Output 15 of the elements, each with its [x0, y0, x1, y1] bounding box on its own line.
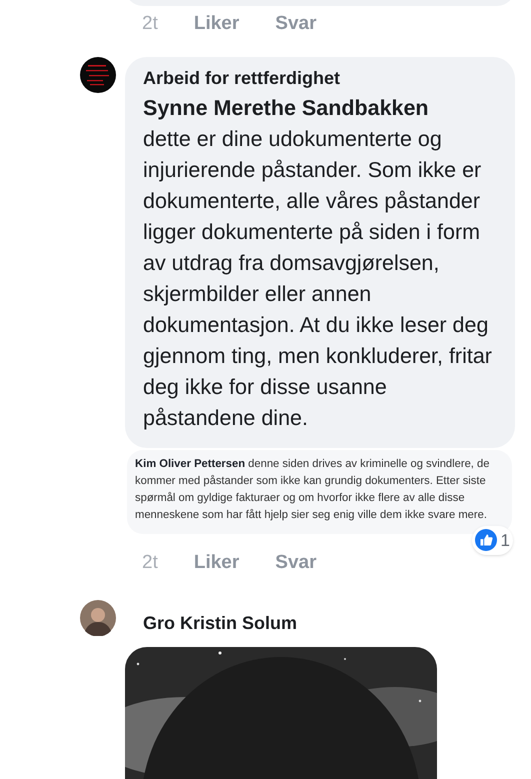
reply-link[interactable]: Svar	[275, 10, 316, 38]
comment-time: 2t	[142, 12, 158, 36]
mentioned-name[interactable]: Synne Merethe Sandbakken	[143, 92, 503, 124]
like-link[interactable]: Liker	[194, 549, 240, 578]
like-link[interactable]: Liker	[194, 10, 240, 38]
screenshot-text: Kim Oliver Pettersen denne siden drives av kriminelle og svindlere, de kommer med påstander som ikke kan grundig dokumenters. Etter siste spørmål om gyldige fakturaer og om hvorfor ikke flere av alle disse menneskene som har fått hjelp sier seg enig ville dem ikke svare mere.	[135, 456, 490, 522]
reply-link[interactable]: Svar	[275, 549, 316, 578]
comment-author[interactable]: Arbeid for rettferdighet	[143, 66, 503, 88]
comment-text: dette er dine udokumenterte og injurierende påstander. Som ikke er dokumenterte, alle våres påstander ligger dokumenterte på siden i form av utdrag fra domsavgjørelsen, skjermbilder eller annen dokumentasjon. At du ikke leser deg gjennom ting, men konkluderer, fritar deg ikke for disse usanne påstandene dine.	[143, 126, 493, 432]
comment-author[interactable]: Gro Kristin Solum	[143, 610, 298, 636]
thumbs-up-icon	[474, 529, 497, 552]
comment-time: 2t	[142, 551, 158, 575]
avatar	[80, 600, 116, 636]
avatar	[80, 56, 116, 92]
reaction-count[interactable]: 1	[472, 526, 513, 555]
